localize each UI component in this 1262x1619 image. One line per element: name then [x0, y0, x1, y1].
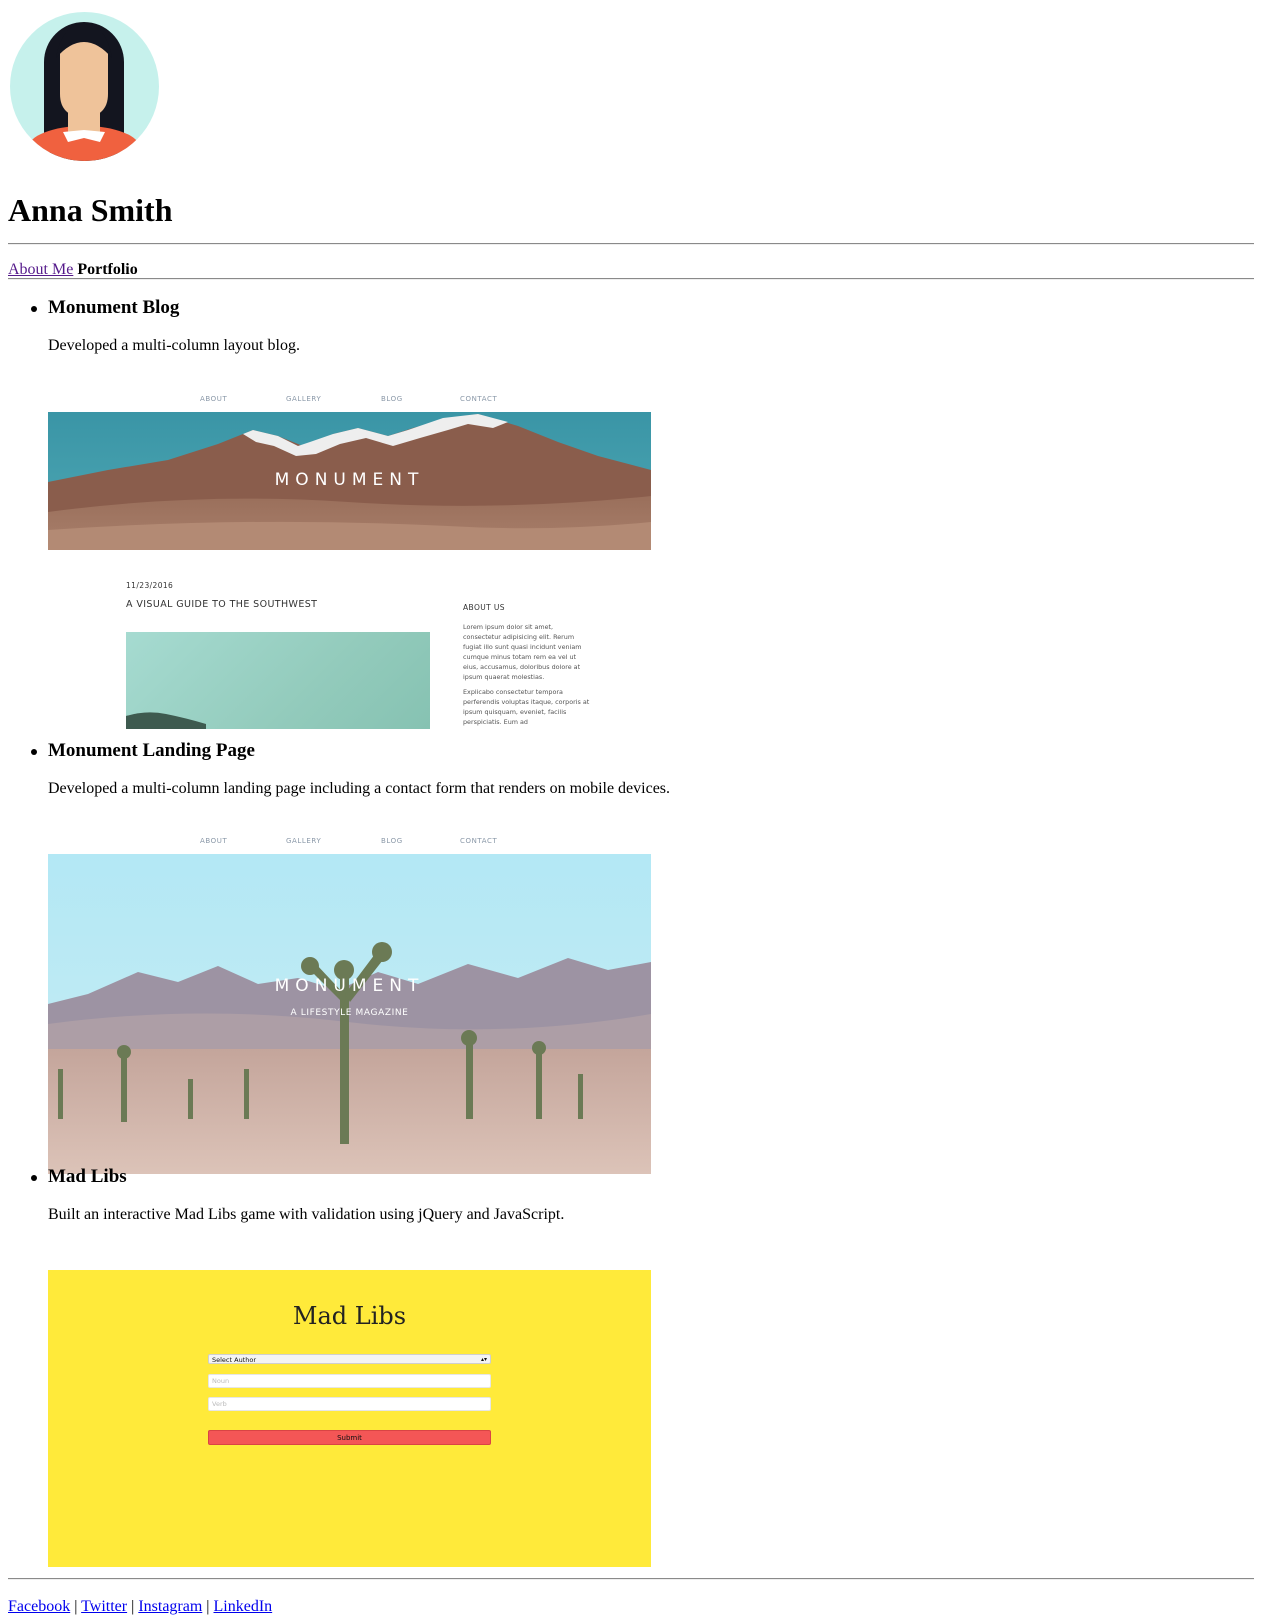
screenshot-about-text: Lorem ipsum dolor sit amet, consectetur … [463, 622, 591, 729]
screenshot-post-image [126, 632, 430, 729]
screenshot-banner: MONUMENT [48, 412, 651, 550]
divider [8, 243, 1254, 245]
screenshot-post-date: 11/23/2016 [126, 581, 174, 590]
screenshot-nav-item: ABOUT [200, 837, 228, 845]
chevron-updown-icon: ▴▾ [480, 1356, 487, 1363]
footer-link-twitter[interactable]: Twitter [81, 1598, 127, 1615]
list-bullet [31, 749, 37, 755]
screenshot-nav: ABOUT GALLERY BLOG CONTACT [48, 386, 651, 414]
screenshot-submit-button: Submit [208, 1430, 491, 1445]
footer-separator: | [131, 1598, 135, 1615]
screenshot-about-heading: ABOUT US [463, 603, 505, 612]
screenshot-hero-subtitle: A LIFESTYLE MAGAZINE [290, 1008, 409, 1018]
screenshot-hero-title: MONUMENT [274, 976, 425, 996]
screenshot-post-title: A VISUAL GUIDE TO THE SOUTHWEST [126, 599, 318, 610]
project-screenshot-monument-blog: ABOUT GALLERY BLOG CONTACT MONUMENT 11/2… [48, 386, 651, 729]
screenshot-hero: MONUMENT A LIFESTYLE MAGAZINE [48, 854, 651, 1174]
project-description: Developed a multi-column layout blog. [48, 337, 300, 354]
project-description: Developed a multi-column landing page in… [48, 780, 671, 797]
screenshot-noun-field: Noun [208, 1374, 491, 1388]
footer-separator: | [206, 1598, 210, 1615]
screenshot-nav-item: BLOG [381, 837, 403, 845]
divider [8, 1578, 1254, 1580]
footer-separator: | [74, 1598, 78, 1615]
footer-social-links: Facebook | Twitter | Instagram | LinkedI… [8, 1597, 272, 1617]
list-bullet [31, 1175, 37, 1181]
screenshot-nav-item: CONTACT [460, 395, 498, 403]
screenshot-select-value: Select Author [212, 1356, 257, 1364]
screenshot-nav-item: ABOUT [200, 395, 228, 403]
project-title: Monument Landing Page [48, 740, 255, 761]
screenshot-about-paragraph: Explicabo consectetur tempora perferendi… [463, 688, 590, 726]
nav-current-portfolio: Portfolio [77, 261, 138, 278]
footer-link-facebook[interactable]: Facebook [8, 1598, 70, 1615]
screenshot-mad-libs-title: Mad Libs [292, 1302, 407, 1330]
screenshot-nav-item: BLOG [381, 395, 403, 403]
screenshot-verb-field: Verb [208, 1397, 491, 1411]
screenshot-banner-title: MONUMENT [274, 470, 425, 490]
project-description: Built an interactive Mad Libs game with … [48, 1206, 565, 1223]
screenshot-nav-item: CONTACT [460, 837, 498, 845]
list-bullet [31, 306, 37, 312]
screenshot-nav: ABOUT GALLERY BLOG CONTACT [48, 828, 651, 856]
screenshot-author-select: Select Author ▴▾ [208, 1354, 491, 1364]
screenshot-nav-item: GALLERY [286, 395, 322, 403]
screenshot-about-paragraph: Lorem ipsum dolor sit amet, consectetur … [463, 623, 582, 681]
screenshot-nav-item: GALLERY [286, 837, 322, 845]
main-nav: About Me Portfolio [8, 260, 138, 280]
project-title: Monument Blog [48, 297, 180, 318]
divider [8, 278, 1254, 280]
avatar [10, 12, 159, 161]
footer-link-instagram[interactable]: Instagram [138, 1598, 202, 1615]
project-title: Mad Libs [48, 1166, 127, 1187]
footer-link-linkedin[interactable]: LinkedIn [214, 1598, 273, 1615]
project-screenshot-mad-libs: Mad Libs Select Author ▴▾ Noun Verb Subm… [48, 1270, 651, 1567]
project-screenshot-monument-landing: ABOUT GALLERY BLOG CONTACT MONUMENT A LI… [48, 828, 651, 1174]
profile-name: Anna Smith [8, 192, 173, 228]
nav-link-about-me[interactable]: About Me [8, 261, 73, 278]
